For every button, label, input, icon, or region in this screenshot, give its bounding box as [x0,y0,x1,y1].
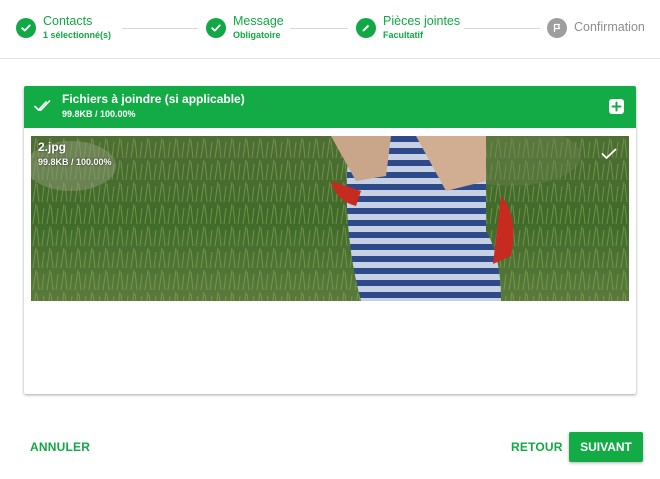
plus-square-icon[interactable] [609,99,624,114]
step-title: Message [233,14,284,28]
double-check-icon [34,99,54,118]
step-title: Pièces jointes [383,14,461,28]
step-connector [290,28,348,29]
check-icon [206,18,226,38]
step-connector [122,28,198,29]
step-title: Contacts [43,14,93,28]
next-button[interactable]: SUIVANT [569,432,643,462]
step-connector [464,28,540,29]
step-title: Confirmation [574,20,645,34]
step-subtitle: Facultatif [383,30,424,40]
flag-icon [547,18,567,38]
attachments-card: Fichiers à joindre (si applicable) 99.8K… [24,86,636,394]
back-button[interactable]: RETOUR [511,440,563,454]
file-progress: 99.8KB / 100.00% [38,157,112,167]
step-subtitle: Obligatoire [233,30,281,40]
check-icon [601,147,617,165]
pencil-icon [356,18,376,38]
attachments-progress: 99.8KB / 100.00% [62,109,136,119]
check-icon [16,18,36,38]
file-thumbnail[interactable]: 2.jpg 99.8KB / 100.00% [31,136,629,301]
attachments-title: Fichiers à joindre (si applicable) [62,92,245,106]
file-photo [31,136,629,301]
cancel-button[interactable]: ANNULER [30,440,90,454]
attachments-header: Fichiers à joindre (si applicable) 99.8K… [24,86,636,128]
stepper: Contacts 1 sélectionné(s) Message Obliga… [0,0,660,59]
file-name: 2.jpg [38,140,67,154]
step-subtitle: 1 sélectionné(s) [43,30,112,40]
